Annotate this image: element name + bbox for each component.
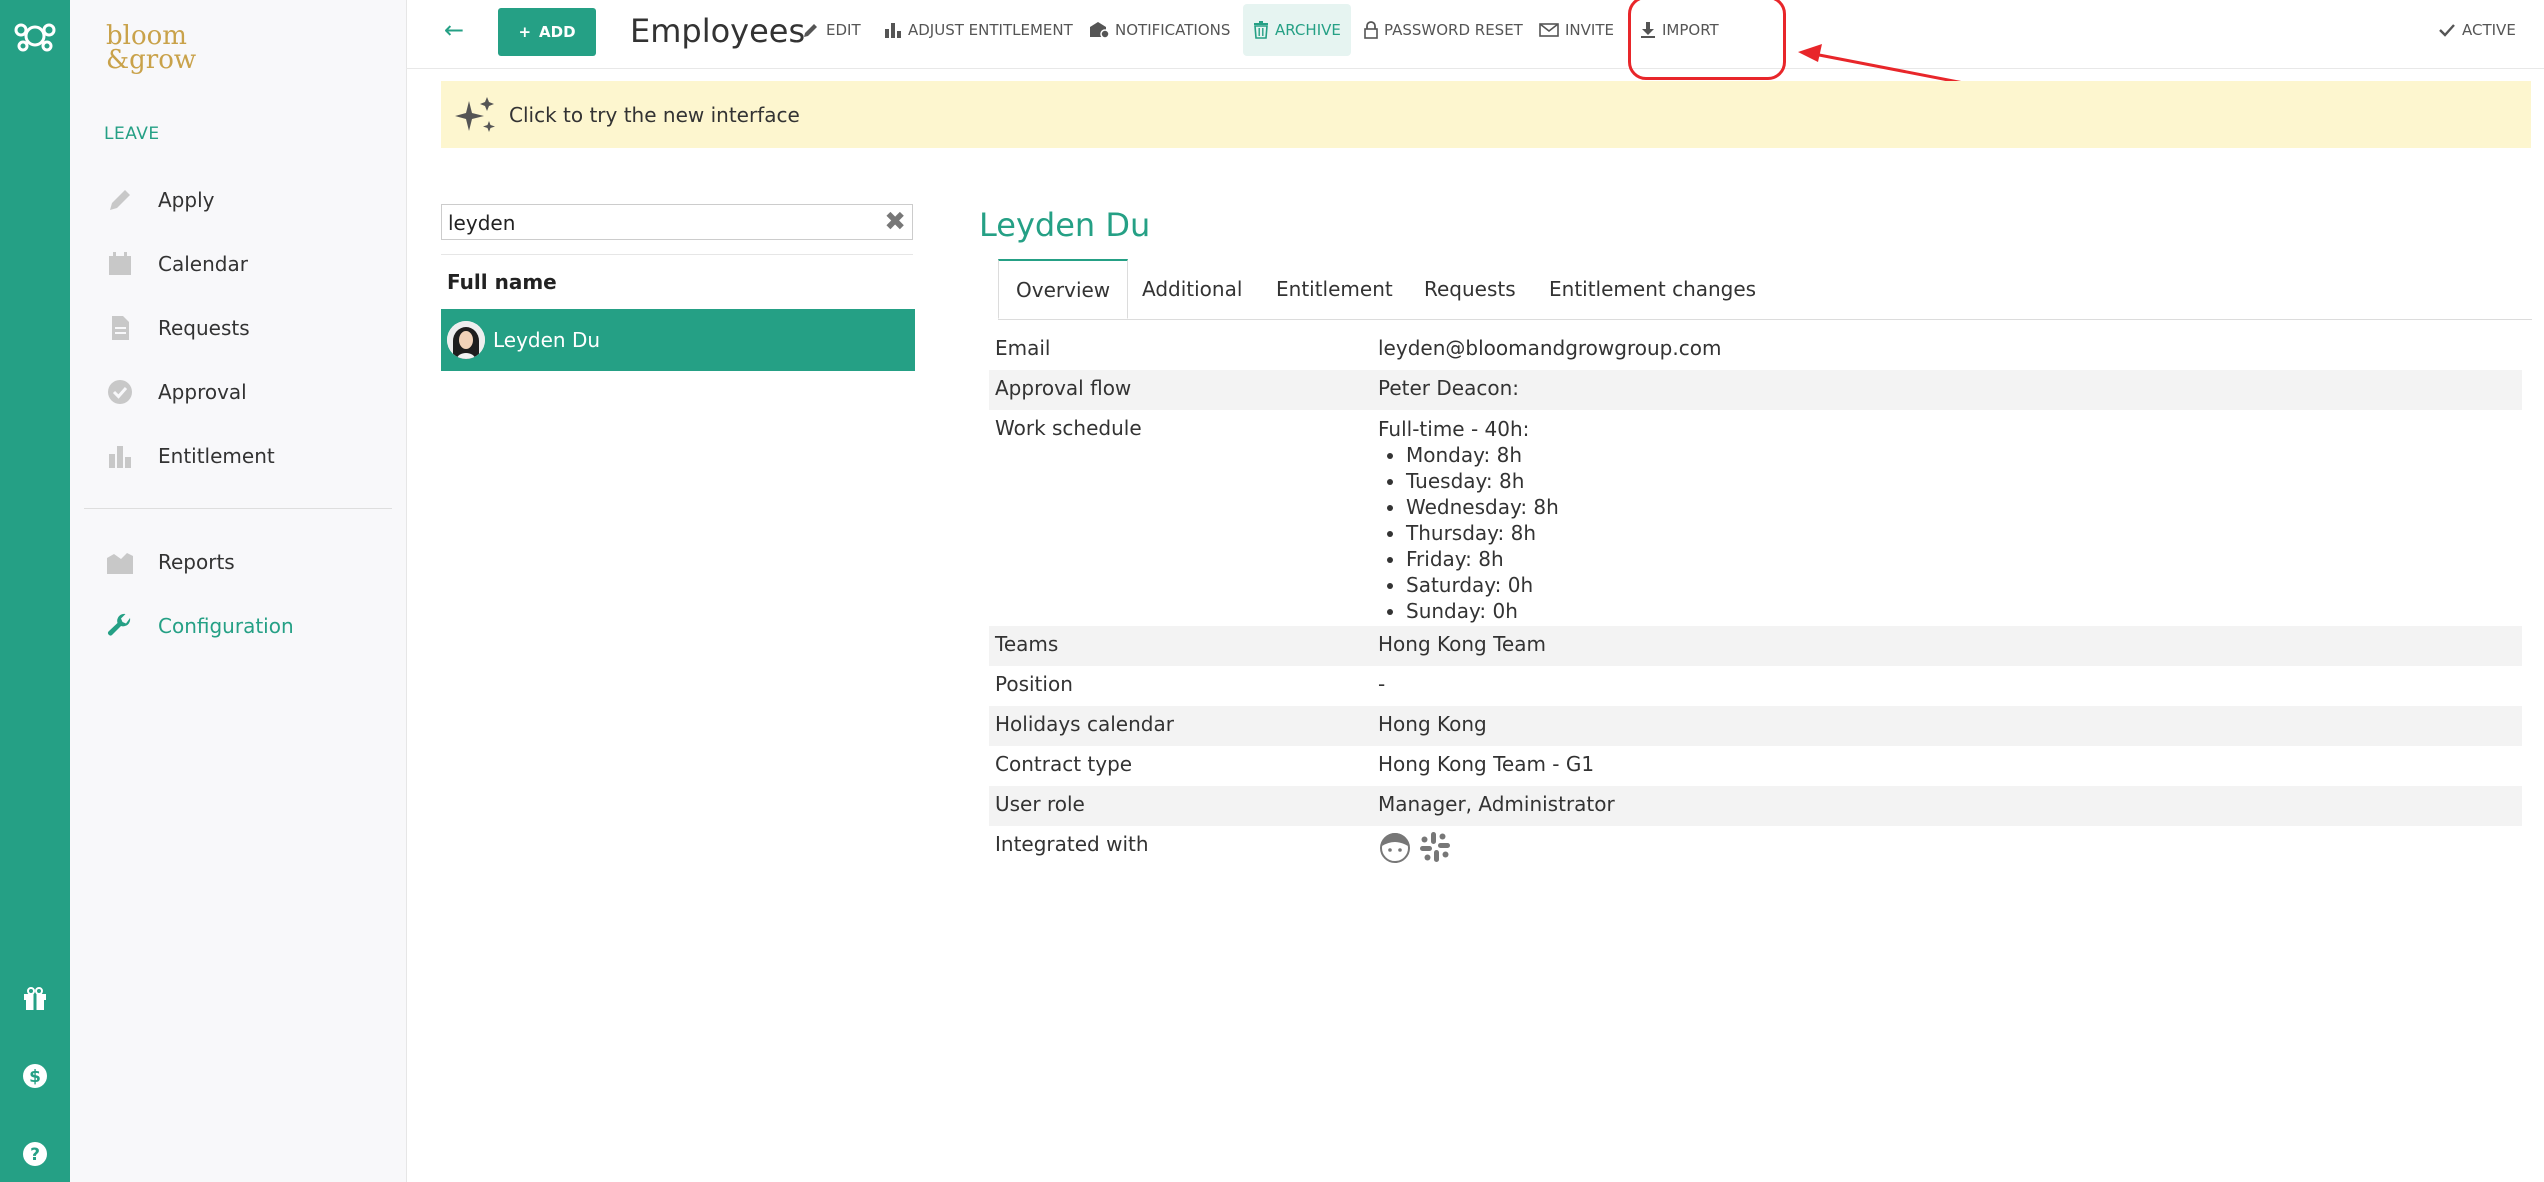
nav-item-entitlement[interactable]: Entitlement — [104, 436, 275, 476]
nav-item-approval[interactable]: Approval — [104, 372, 247, 412]
nav-label: Apply — [158, 188, 215, 212]
app-rail: $ ? — [0, 0, 70, 1182]
nav-item-apply[interactable]: Apply — [104, 180, 214, 220]
bar-chart-icon — [104, 440, 136, 472]
search-box: ✖ — [441, 204, 913, 241]
pencil-icon — [802, 21, 820, 39]
email-value: leyden@bloomandgrowgroup.com — [1378, 336, 1722, 360]
clear-search-icon[interactable]: ✖ — [884, 208, 906, 236]
nav-item-reports[interactable]: Reports — [104, 542, 235, 582]
nav-label: Configuration — [158, 614, 294, 638]
active-status-button[interactable]: ACTIVE — [2438, 0, 2516, 60]
schedule-day: Friday: 8h — [1406, 546, 1559, 572]
gift-icon[interactable] — [0, 980, 70, 1016]
info-row-email: Email leyden@bloomandgrowgroup.com — [995, 336, 1722, 360]
reports-icon — [104, 546, 136, 578]
nav-label: Requests — [158, 316, 250, 340]
tab-entitlement-changes[interactable]: Entitlement changes — [1549, 259, 1756, 319]
document-icon — [104, 312, 136, 344]
info-row-position: Position - — [995, 672, 1386, 696]
employee-name: Leyden Du — [493, 328, 601, 352]
nav-item-requests[interactable]: Requests — [104, 308, 250, 348]
tab-requests[interactable]: Requests — [1424, 259, 1516, 319]
calendar-icon — [104, 248, 136, 280]
info-row-teams: Teams Hong Kong Team — [989, 626, 2522, 666]
nav-item-calendar[interactable]: Calendar — [104, 244, 248, 284]
employee-heading: Leyden Du — [979, 206, 1151, 244]
detail-tabs: Overview Additional Entitlement Requests… — [998, 259, 2532, 320]
bar-chart-icon — [884, 21, 902, 39]
schedule-day: Saturday: 0h — [1406, 572, 1559, 598]
add-button[interactable]: + ADD — [498, 8, 596, 56]
password-reset-button[interactable]: PASSWORD RESET — [1364, 0, 1523, 60]
envelope-gear-icon — [1089, 21, 1109, 39]
sidebar-divider — [84, 508, 392, 509]
pencil-icon — [104, 184, 136, 216]
app-logo-icon[interactable] — [0, 14, 70, 58]
notifications-button[interactable]: NOTIFICATIONS — [1089, 0, 1230, 60]
info-row-integrated-with: Integrated with — [989, 826, 2522, 874]
sidebar: bloom &grow LEAVE Apply Calendar Requests… — [70, 0, 407, 1182]
trash-icon — [1253, 21, 1269, 39]
schedule-day: Monday: 8h — [1406, 442, 1559, 468]
svg-text:&grow: &grow — [106, 45, 196, 74]
archive-button[interactable]: ARCHIVE — [1243, 4, 1351, 56]
list-item[interactable]: Leyden Du — [441, 309, 915, 371]
svg-text:?: ? — [30, 1145, 40, 1165]
new-interface-banner[interactable]: Click to try the new interface — [441, 81, 2531, 148]
schedule-day: Wednesday: 8h — [1406, 494, 1559, 520]
avatar — [447, 321, 485, 359]
tab-entitlement[interactable]: Entitlement — [1276, 259, 1393, 319]
help-icon[interactable]: ? — [0, 1136, 70, 1172]
face-integration-icon — [1378, 830, 1412, 869]
slack-icon — [1418, 830, 1452, 869]
banner-text: Click to try the new interface — [509, 102, 800, 127]
section-label-leave: LEAVE — [104, 124, 160, 144]
nav-label: Calendar — [158, 252, 248, 276]
nav-label: Reports — [158, 550, 235, 574]
employee-info-table: Email leyden@bloomandgrowgroup.com Appro… — [989, 330, 2522, 874]
schedule-day: Sunday: 0h — [1406, 598, 1559, 624]
nav-label: Entitlement — [158, 444, 275, 468]
check-icon — [2438, 22, 2456, 38]
page-title: Employees — [630, 12, 806, 50]
invite-button[interactable]: INVITE — [1539, 0, 1614, 60]
svg-text:$: $ — [29, 1067, 41, 1087]
back-arrow-icon[interactable]: ← — [444, 16, 464, 44]
schedule-day: Tuesday: 8h — [1406, 468, 1559, 494]
column-header-full-name: Full name — [447, 270, 557, 294]
sparkles-icon — [455, 95, 497, 135]
nav-item-configuration[interactable]: Configuration — [104, 606, 294, 646]
tab-overview[interactable]: Overview — [998, 259, 1129, 319]
lock-icon — [1364, 21, 1378, 39]
annotation-highlight-ring — [1628, 0, 1786, 80]
coin-icon[interactable]: $ — [0, 1058, 70, 1094]
brand-logo[interactable]: bloom &grow — [104, 18, 204, 75]
info-row-approval-flow: Approval flow Peter Deacon: — [989, 370, 2522, 410]
schedule-day: Thursday: 8h — [1406, 520, 1559, 546]
edit-button[interactable]: EDIT — [802, 0, 861, 60]
info-row-contract-type: Contract type Hong Kong Team - G1 — [995, 752, 1595, 776]
adjust-entitlement-button[interactable]: ADJUST ENTITLEMENT — [884, 0, 1073, 60]
wrench-icon — [104, 610, 136, 642]
nav-label: Approval — [158, 380, 247, 404]
info-row-holidays-calendar: Holidays calendar Hong Kong — [989, 706, 2522, 746]
check-circle-icon — [104, 376, 136, 408]
plus-icon: + — [518, 23, 532, 41]
info-row-work-schedule: Work schedule Full-time - 40h: Monday: 8… — [989, 410, 2522, 626]
info-row-user-role: User role Manager, Administrator — [989, 786, 2522, 826]
toolbar: ← + ADD Employees EDIT ADJUST ENTITLEMENT… — [406, 0, 2544, 99]
envelope-icon — [1539, 22, 1559, 38]
list-header: Full name — [441, 254, 913, 309]
schedule-list: Monday: 8h Tuesday: 8h Wednesday: 8h Thu… — [1378, 442, 1559, 624]
tab-additional[interactable]: Additional — [1142, 259, 1242, 319]
search-input[interactable] — [446, 205, 870, 241]
